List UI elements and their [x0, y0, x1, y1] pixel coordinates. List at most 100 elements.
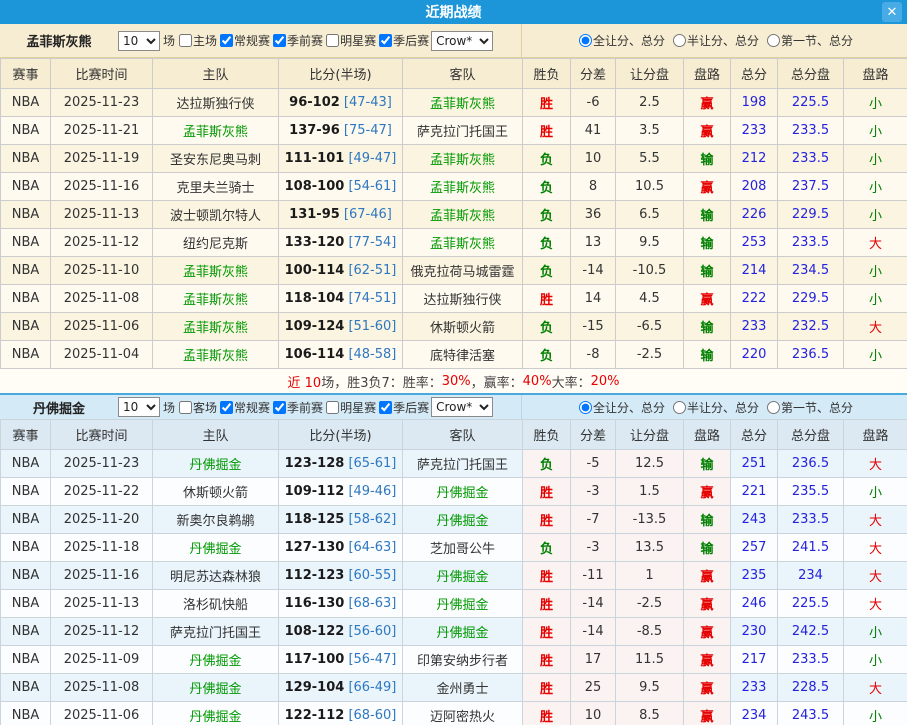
cell-score: 118-125 [58-62] [279, 506, 403, 534]
cell-league: NBA [1, 562, 51, 590]
games-count-select[interactable]: 10 [118, 397, 160, 417]
radio-input[interactable] [579, 34, 592, 47]
cell-score: 111-101 [49-47] [279, 145, 403, 173]
checkbox-input[interactable] [179, 34, 192, 47]
cell-home: 丹佛掘金 [153, 450, 279, 478]
cell-date: 2025-11-09 [51, 646, 153, 674]
cell-home: 孟菲斯灰熊 [153, 257, 279, 285]
cell-handicap: -2.5 [616, 590, 684, 618]
cell-total_line: 233.5 [778, 145, 844, 173]
cell-away: 俄克拉荷马城雷霆 [403, 257, 523, 285]
close-button[interactable]: ✕ [882, 2, 902, 22]
cell-ou: 大 [844, 229, 907, 257]
filter-checkbox[interactable]: 季后赛 [376, 32, 429, 49]
cell-handicap_result: 赢 [684, 562, 731, 590]
scope-radio[interactable]: 第一节、总分 [764, 399, 853, 416]
cell-total_line: 228.5 [778, 674, 844, 702]
grizzlies-games-table: 赛事比赛时间主队比分(半场)客队胜负分差让分盘盘路总分总分盘盘路NBA2025-… [0, 58, 907, 369]
checkbox-input[interactable] [220, 34, 233, 47]
filter-checkbox[interactable]: 明星赛 [323, 32, 376, 49]
cell-total_line: 243.5 [778, 702, 844, 725]
checkbox-input[interactable] [326, 34, 339, 47]
cell-score: 108-100 [54-61] [279, 173, 403, 201]
cell-total: 253 [731, 229, 778, 257]
cell-handicap_result: 输 [684, 506, 731, 534]
titlebar: 近期战绩 ✕ [0, 0, 907, 24]
filter-checkbox[interactable]: 明星赛 [323, 399, 376, 416]
cell-total_line: 234.5 [778, 257, 844, 285]
filter-checkbox[interactable]: 主场 [176, 32, 217, 49]
cell-date: 2025-11-06 [51, 313, 153, 341]
filter-checkbox[interactable]: 季前赛 [270, 399, 323, 416]
cell-result: 胜 [523, 285, 571, 313]
checkbox-input[interactable] [273, 34, 286, 47]
scope-radio-group: 全让分、总分半让分、总分第一节、总分 [522, 24, 907, 57]
cell-total: 198 [731, 89, 778, 117]
summary-segment: 近 10 [288, 372, 322, 391]
scope-radio[interactable]: 全让分、总分 [576, 399, 665, 416]
scope-radio[interactable]: 半让分、总分 [670, 399, 759, 416]
cell-diff: 25 [571, 674, 616, 702]
cell-score: 100-114 [62-51] [279, 257, 403, 285]
cell-away: 萨克拉门托国王 [403, 117, 523, 145]
checkbox-input[interactable] [379, 34, 392, 47]
checkbox-input[interactable] [379, 401, 392, 414]
odds-company-select[interactable]: Crow* [431, 31, 493, 51]
checkbox-input[interactable] [220, 401, 233, 414]
summary-segment: 20% [591, 374, 620, 389]
filter-checkbox[interactable]: 常规赛 [217, 399, 270, 416]
cell-total_line: 232.5 [778, 313, 844, 341]
cell-handicap: 5.5 [616, 145, 684, 173]
checkbox-input[interactable] [179, 401, 192, 414]
radio-input[interactable] [673, 34, 686, 47]
radio-input[interactable] [579, 401, 592, 414]
cell-date: 2025-11-13 [51, 201, 153, 229]
cell-score: 129-104 [66-49] [279, 674, 403, 702]
scope-radio[interactable]: 半让分、总分 [670, 32, 759, 49]
cell-league: NBA [1, 534, 51, 562]
cell-result: 胜 [523, 89, 571, 117]
game-row: NBA2025-11-18丹佛掘金127-130 [64-63]芝加哥公牛负-3… [1, 534, 907, 562]
cell-home: 孟菲斯灰熊 [153, 341, 279, 369]
column-header: 总分 [731, 420, 778, 450]
cell-score: 118-104 [74-51] [279, 285, 403, 313]
cell-away: 印第安纳步行者 [403, 646, 523, 674]
checkbox-input[interactable] [273, 401, 286, 414]
cell-diff: 10 [571, 145, 616, 173]
cell-total: 222 [731, 285, 778, 313]
scope-radio[interactable]: 全让分、总分 [576, 32, 665, 49]
cell-handicap: -13.5 [616, 506, 684, 534]
cell-ou: 小 [844, 702, 907, 725]
cell-score: 137-96 [75-47] [279, 117, 403, 145]
cell-date: 2025-11-12 [51, 229, 153, 257]
cell-ou: 小 [844, 257, 907, 285]
filter-checkbox[interactable]: 常规赛 [217, 32, 270, 49]
cell-league: NBA [1, 341, 51, 369]
game-row: NBA2025-11-20新奥尔良鹈鹕118-125 [58-62]丹佛掘金胜-… [1, 506, 907, 534]
cell-away: 孟菲斯灰熊 [403, 89, 523, 117]
odds-company-select[interactable]: Crow* [431, 397, 493, 417]
games-count-select[interactable]: 10 [118, 31, 160, 51]
checkbox-input[interactable] [326, 401, 339, 414]
cell-home: 孟菲斯灰熊 [153, 117, 279, 145]
cell-ou: 小 [844, 285, 907, 313]
cell-away: 迈阿密热火 [403, 702, 523, 725]
cell-total_line: 225.5 [778, 590, 844, 618]
filter-checkbox[interactable]: 季前赛 [270, 32, 323, 49]
column-header: 盘路 [684, 59, 731, 89]
column-header: 让分盘 [616, 59, 684, 89]
summary-bar: 近 10 场，胜3负7：胜率：30%，赢率：40% 大率：20% [0, 369, 907, 393]
radio-input[interactable] [767, 34, 780, 47]
radio-input[interactable] [673, 401, 686, 414]
cell-handicap: 2.5 [616, 89, 684, 117]
cell-away: 萨克拉门托国王 [403, 450, 523, 478]
cell-handicap_result: 输 [684, 201, 731, 229]
cell-date: 2025-11-13 [51, 590, 153, 618]
column-header: 主队 [153, 420, 279, 450]
filter-checkbox[interactable]: 客场 [176, 399, 217, 416]
cell-home: 圣安东尼奥马刺 [153, 145, 279, 173]
filter-checkbox[interactable]: 季后赛 [376, 399, 429, 416]
radio-input[interactable] [767, 401, 780, 414]
scope-radio[interactable]: 第一节、总分 [764, 32, 853, 49]
team-name: 孟菲斯灰熊 [0, 31, 118, 50]
